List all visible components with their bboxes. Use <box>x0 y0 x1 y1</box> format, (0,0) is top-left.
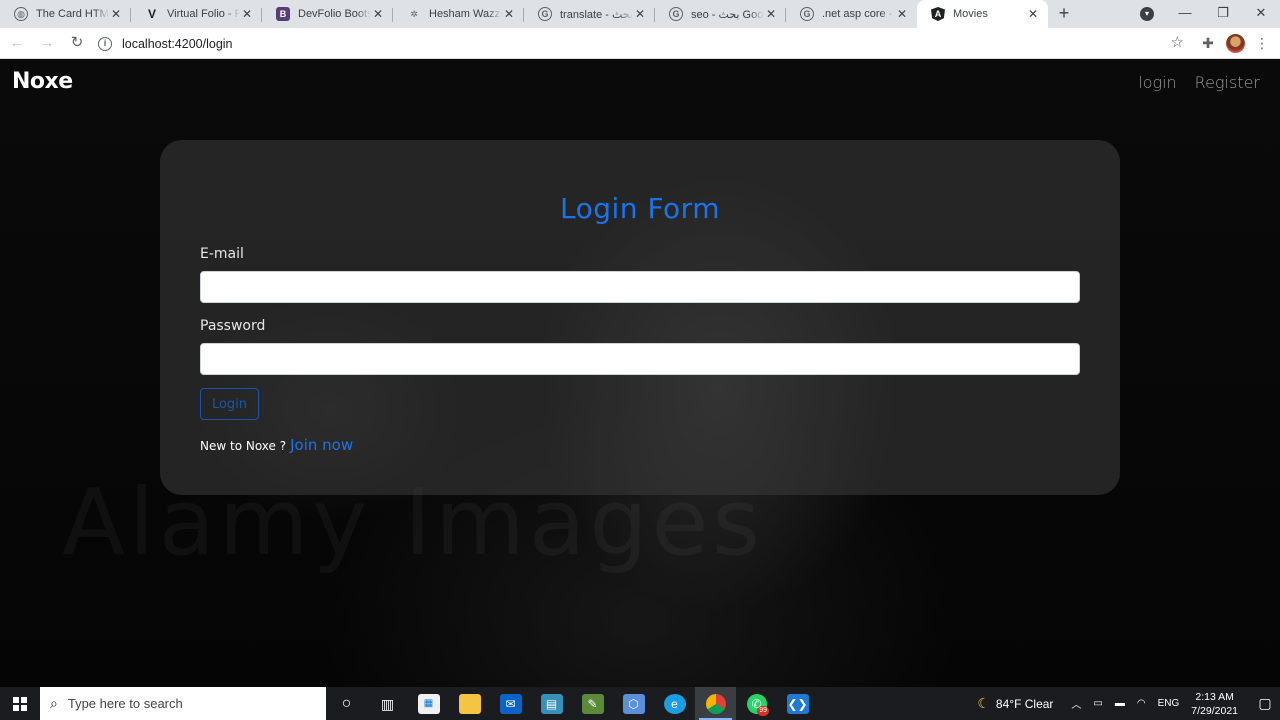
battery-icon[interactable]: ▬ <box>1115 698 1125 709</box>
vscode-icon[interactable]: ❮❯ <box>777 687 818 720</box>
maximize-button[interactable]: ❐ <box>1204 0 1242 28</box>
bookmark-star-icon[interactable]: ☆ <box>1171 33 1184 51</box>
google-g-icon: G <box>669 7 683 21</box>
start-button[interactable] <box>0 687 40 720</box>
mail-icon[interactable]: ✉ <box>490 687 531 720</box>
close-icon[interactable]: ✕ <box>240 7 254 21</box>
bootstrap-b-icon: B <box>276 7 290 21</box>
chrome-menu-icon[interactable]: ⋮ <box>1252 33 1272 53</box>
system-clock[interactable]: 2:13 AM 7/29/2021 <box>1191 690 1238 718</box>
moon-icon: ☾ <box>977 695 990 711</box>
form-title: Login Form <box>560 192 720 225</box>
new-tab-button[interactable]: + <box>1050 0 1078 28</box>
extensions-puzzle-icon[interactable]: ✚ <box>1198 33 1218 53</box>
profile-avatar[interactable] <box>1226 34 1245 53</box>
google-g-icon: G <box>800 7 814 21</box>
minimize-button[interactable]: — <box>1166 0 1204 28</box>
password-label: Password <box>200 318 266 334</box>
login-button[interactable]: Login <box>200 388 259 420</box>
tab-title: seo - بحث Google <box>691 8 764 21</box>
email-label: E-mail <box>200 246 244 262</box>
address-bar[interactable]: i localhost:4200/login ☆ <box>92 31 1200 56</box>
search-icon: ⌕ <box>50 695 58 711</box>
network-icon[interactable]: ▭ <box>1093 698 1102 709</box>
store-icon[interactable]: ▦ <box>408 687 449 720</box>
tab-search-icon[interactable]: ▾ <box>1140 7 1154 21</box>
whatsapp-icon[interactable]: ✆ 99 <box>736 687 777 720</box>
page-viewport: Alamy Images Noxe login Register Login F… <box>0 59 1280 687</box>
reload-button[interactable]: ↻ <box>64 30 90 56</box>
language-indicator[interactable]: ENG <box>1158 698 1180 709</box>
browser-tab[interactable]: B DevFolio Bootstrap ✕ <box>262 0 393 28</box>
windows-logo-icon <box>13 696 27 711</box>
browser-toolbar: ← → ↻ i localhost:4200/login ☆ <box>0 28 1280 59</box>
browser-tab[interactable]: G translate - بحث Google ✕ <box>524 0 655 28</box>
password-field[interactable] <box>200 343 1080 375</box>
clock-time: 2:13 AM <box>1195 690 1234 703</box>
weather-text: 84°F Clear <box>995 696 1054 711</box>
globe-icon: ◍ <box>14 7 28 21</box>
edge-icon[interactable]: e <box>654 687 695 720</box>
notification-center-icon[interactable]: ▢ <box>1250 695 1280 712</box>
chrome-icon[interactable] <box>695 687 736 720</box>
clock-date: 7/29/2021 <box>1191 704 1238 717</box>
chevron-up-icon[interactable]: ︿ <box>1071 696 1081 711</box>
tab-title: Movies <box>953 8 988 20</box>
browser-tab[interactable]: G .net asp core - Google ✕ <box>786 0 917 28</box>
join-now-link[interactable]: Join now <box>290 436 353 454</box>
back-button[interactable]: ← <box>4 30 30 56</box>
nav-register-link[interactable]: Register <box>1195 73 1260 92</box>
close-icon[interactable]: ✕ <box>109 7 123 21</box>
tab-title: Hesham Wazzer <box>429 8 502 20</box>
wifi-icon[interactable]: ◠ <box>1137 698 1146 709</box>
login-card: Login Form E-mail Password Login New to … <box>160 140 1120 495</box>
tab-title: DevFolio Bootstrap <box>298 8 371 20</box>
system-tray: ☾ 84°F Clear ︿ ▭ ▬ ◠ ENG 2:13 AM 7/29/20… <box>977 687 1280 720</box>
browser-tab-active[interactable]: A Movies ✕ <box>917 0 1048 28</box>
taskbar-search[interactable]: ⌕ Type here to search <box>40 687 326 720</box>
browser-tab-strip: ◍ The Card HTML5 ✕ V Virtual Folio - Por… <box>0 0 1280 28</box>
windows-taskbar: ⌕ Type here to search ○ ▥ ▦ ✉ ▤ ✎ ⬡ e ✆ … <box>0 687 1280 720</box>
site-info-icon[interactable]: i <box>98 36 112 51</box>
weather-widget[interactable]: ☾ 84°F Clear <box>977 695 1053 712</box>
close-icon[interactable]: ✕ <box>764 7 778 21</box>
site-navbar: Noxe login Register <box>0 59 1280 109</box>
v-logo-icon: V <box>147 7 156 21</box>
tab-title: The Card HTML5 <box>36 8 109 20</box>
google-g-icon: G <box>538 7 552 21</box>
close-icon[interactable]: ✕ <box>633 7 647 21</box>
close-icon[interactable]: ✕ <box>895 7 909 21</box>
search-placeholder: Type here to search <box>67 696 183 711</box>
browser-tab[interactable]: ◍ The Card HTML5 ✕ <box>0 0 131 28</box>
file-explorer-icon[interactable] <box>449 687 490 720</box>
forward-button[interactable]: → <box>34 30 60 56</box>
url-text[interactable]: localhost:4200/login <box>122 37 233 51</box>
window-close-button[interactable]: ✕ <box>1242 0 1280 28</box>
browser-tab[interactable]: G seo - بحث Google ✕ <box>655 0 786 28</box>
tab-title: translate - بحث Google <box>560 8 633 21</box>
angular-icon: A <box>931 7 945 21</box>
notification-badge: 99 <box>757 706 769 716</box>
email-field[interactable] <box>200 271 1080 303</box>
brand-logo[interactable]: Noxe <box>12 69 73 94</box>
sticky-icon[interactable]: ✎ <box>572 687 613 720</box>
signup-prompt: New to Noxe ? <box>200 439 287 453</box>
photos-icon[interactable]: ▤ <box>531 687 572 720</box>
signup-row: New to Noxe ? Join now <box>200 436 353 454</box>
browser-tab[interactable]: ✲ Hesham Wazzer ✕ <box>393 0 524 28</box>
gear-sparkle-icon: ✲ <box>410 8 418 19</box>
browser-tab[interactable]: V Virtual Folio - Port ✕ <box>131 0 262 28</box>
close-icon[interactable]: ✕ <box>502 7 516 21</box>
task-view-icon[interactable]: ▥ <box>367 687 408 720</box>
tab-title: Virtual Folio - Port <box>167 8 240 20</box>
close-icon[interactable]: ✕ <box>1026 7 1040 21</box>
close-icon[interactable]: ✕ <box>371 7 385 21</box>
cortana-circle-icon[interactable]: ○ <box>326 687 367 720</box>
tab-title: .net asp core - Google <box>822 8 895 20</box>
nav-login-link[interactable]: login <box>1138 73 1176 92</box>
box-icon[interactable]: ⬡ <box>613 687 654 720</box>
